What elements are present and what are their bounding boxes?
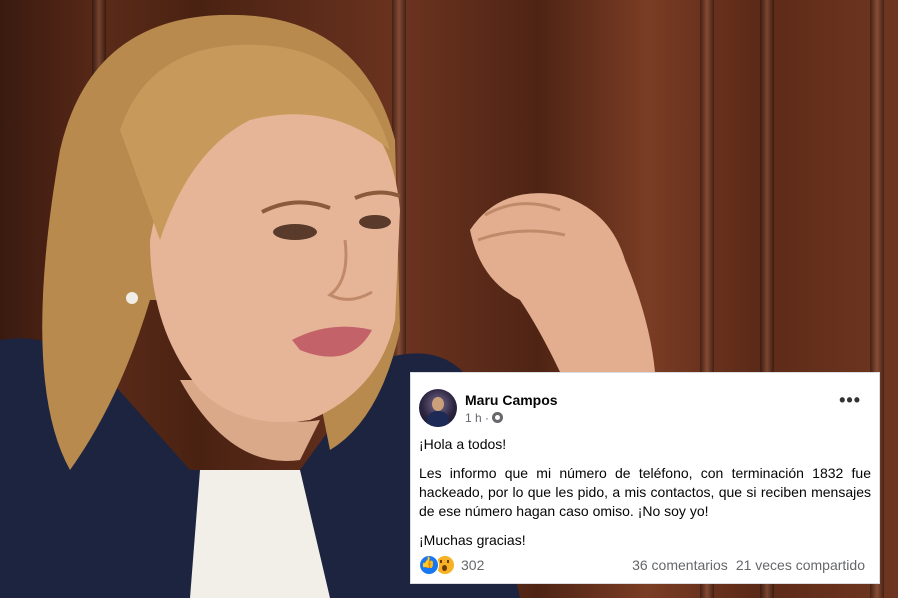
post-header: Maru Campos 1 h · (419, 389, 558, 427)
comments-link[interactable]: 36 comentarios (632, 557, 728, 573)
post-meta: 1 h · (465, 411, 558, 425)
author-name[interactable]: Maru Campos (465, 392, 558, 408)
author-block: Maru Campos 1 h · (465, 392, 558, 425)
more-options-button[interactable]: ••• (839, 391, 861, 409)
avatar[interactable] (419, 389, 457, 427)
post-body: ¡Hola a todos! Les informo que mi número… (419, 435, 871, 560)
like-icon[interactable] (419, 555, 439, 575)
post-paragraph: Les informo que mi número de teléfono, c… (419, 465, 871, 519)
shares-link[interactable]: 21 veces compartido (736, 557, 865, 573)
photo-background: Maru Campos 1 h · ••• ¡Hola a todos! Les… (0, 0, 898, 598)
post-footer: 302 36 comentarios 21 veces compartido (419, 555, 865, 575)
facebook-post-card: Maru Campos 1 h · ••• ¡Hola a todos! Les… (410, 372, 880, 584)
post-paragraph: ¡Hola a todos! (419, 436, 507, 452)
reaction-count[interactable]: 302 (461, 557, 484, 573)
post-paragraph: ¡Muchas gracias! (419, 532, 526, 548)
post-time[interactable]: 1 h · (465, 411, 489, 425)
globe-icon (492, 412, 504, 423)
